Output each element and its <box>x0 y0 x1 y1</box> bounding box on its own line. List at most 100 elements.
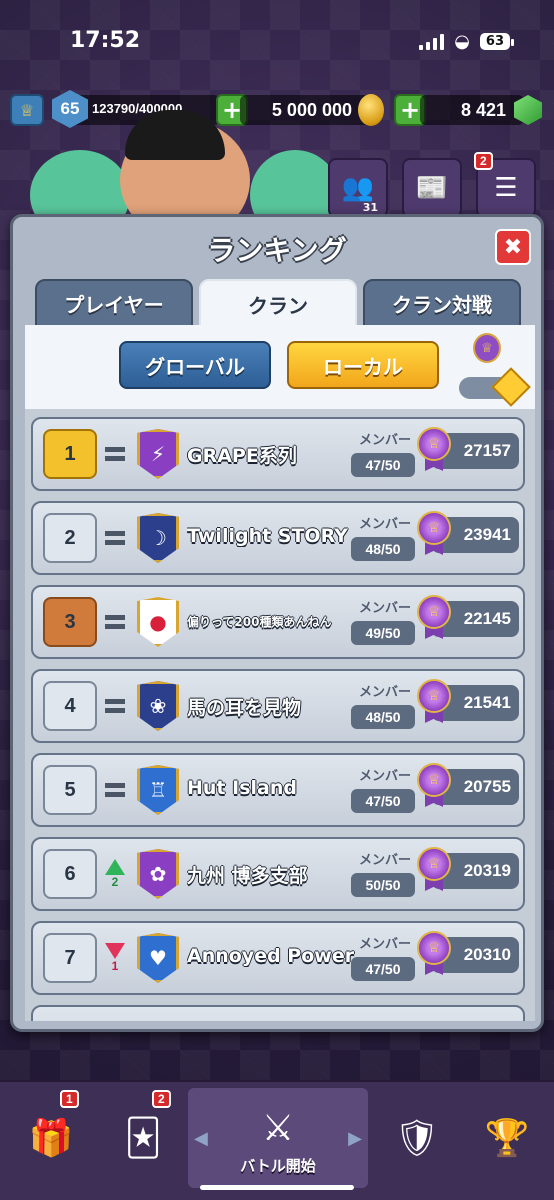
member-count: 47/50 <box>351 453 415 477</box>
battle-label: バトル開始 <box>240 1157 316 1175</box>
clan-row[interactable]: 3 ● 偏りって200種類あんねん メンバー 49/50 22145 ♕ <box>31 585 525 659</box>
friends-button[interactable]: 👥 31 <box>328 158 388 218</box>
rank-up-icon <box>105 859 125 875</box>
status-time: 17:52 <box>70 28 141 53</box>
chevron-left-icon: ◀ <box>194 1128 208 1149</box>
clan-badge-icon: ❀ <box>137 681 179 731</box>
trophy-icon: ♕ <box>417 847 451 893</box>
rank-change-indicator <box>103 769 127 811</box>
news-button[interactable]: 📰 <box>402 158 462 218</box>
trophy-icon: ♕ <box>417 679 451 725</box>
trophy-icon: ♕ <box>417 427 451 473</box>
clan-row[interactable]: 1 ⚡ GRAPE系列 メンバー 47/50 27157 ♕ <box>31 417 525 491</box>
tab-clans[interactable]: クラン <box>199 279 357 329</box>
member-label: メンバー <box>358 769 411 784</box>
friends-count: 31 <box>362 201 378 214</box>
close-icon: ✖ <box>503 234 523 260</box>
clan-badge-icon: ⚡ <box>137 429 179 479</box>
member-label: メンバー <box>358 517 411 532</box>
character-hat <box>125 110 225 160</box>
chevron-right-icon: ▶ <box>348 1128 362 1149</box>
clan-name: Hut Island <box>187 777 297 799</box>
ranking-panel: ランキング ✖ プレイヤー クラン クラン対戦 グローバル ローカル ♕ 1 ⚡… <box>10 214 544 1032</box>
member-count: 48/50 <box>351 537 415 561</box>
trophy-icon: ♕ <box>417 931 451 977</box>
rank-unchanged-icon <box>105 447 125 461</box>
rank-down-icon <box>105 943 125 959</box>
member-label: メンバー <box>358 937 411 952</box>
clan-row-partial[interactable] <box>31 1005 525 1021</box>
clan-name: 馬の耳を見物 <box>187 697 302 719</box>
panel-title: ランキング <box>207 234 347 267</box>
clan-row[interactable]: 4 ❀ 馬の耳を見物 メンバー 48/50 21541 ♕ <box>31 669 525 743</box>
ranking-tabs: プレイヤー クラン クラン対戦 <box>35 279 521 329</box>
character-banner: 👥 31 📰 ☰ 2 <box>0 110 554 240</box>
rank-number: 2 <box>43 513 97 563</box>
rank-unchanged-icon <box>105 531 125 545</box>
trophy-icon: ♕ <box>417 511 451 557</box>
trophy-toggle[interactable]: ♕ <box>459 333 531 407</box>
member-label: メンバー <box>358 853 411 868</box>
rank-change-indicator: 2 <box>103 853 127 895</box>
nav-battle[interactable]: ◀ ⚔ ▶ バトル開始 <box>188 1088 368 1188</box>
trophy-icon: ♕ <box>417 763 451 809</box>
clan-row[interactable]: 7 1 ♥ Annoyed Power メンバー 47/50 20310 ♕ <box>31 921 525 995</box>
trophy-icon: ♕ <box>417 595 451 641</box>
cards-badge: 2 <box>152 1090 171 1108</box>
home-indicator <box>200 1185 354 1190</box>
local-button[interactable]: ローカル <box>287 341 439 389</box>
rank-unchanged-icon <box>105 783 125 797</box>
friends-icon: 👥 <box>341 173 375 203</box>
signal-icon <box>419 33 445 50</box>
member-label: メンバー <box>358 601 411 616</box>
rank-change: 2 <box>111 875 119 889</box>
clan-row[interactable]: 6 2 ✿ 九州 博多支部 メンバー 50/50 20319 ♕ <box>31 837 525 911</box>
bottom-nav: 🎁 1 🃏 2 ◀ ⚔ ▶ バトル開始 🛡 🏆 <box>0 1080 554 1200</box>
rank-number: 6 <box>43 849 97 899</box>
laurel-sword-icon: 🏆 <box>484 1118 530 1159</box>
clan-badge-icon: ♖ <box>137 765 179 815</box>
clan-name: 偏りって200種類あんねん <box>187 615 332 629</box>
member-count: 48/50 <box>351 705 415 729</box>
clan-row[interactable]: 5 ♖ Hut Island メンバー 47/50 20755 ♕ <box>31 753 525 827</box>
nav-clan[interactable]: 🛡 <box>372 1088 462 1188</box>
member-label: メンバー <box>358 433 411 448</box>
close-button[interactable]: ✖ <box>495 229 531 265</box>
member-count: 47/50 <box>351 789 415 813</box>
member-count: 47/50 <box>351 957 415 981</box>
rank-unchanged-icon <box>105 699 125 713</box>
filter-area: グローバル ローカル ♕ <box>25 325 535 409</box>
trophy-icon: ♕ <box>473 333 501 363</box>
shop-badge: 1 <box>60 1090 79 1108</box>
toggle-knob <box>491 367 531 407</box>
tab-players[interactable]: プレイヤー <box>35 279 193 327</box>
clan-badge-icon: ♥ <box>137 933 179 983</box>
status-icons: ◒ 63 <box>419 31 515 52</box>
clan-row[interactable]: 2 ☽ Twilight STORY メンバー 48/50 23941 ♕ <box>31 501 525 575</box>
rank-change-indicator <box>103 517 127 559</box>
news-icon: 📰 <box>415 173 449 203</box>
nav-events[interactable]: 🏆 <box>464 1088 550 1188</box>
nav-cards[interactable]: 🃏 2 <box>100 1088 186 1188</box>
cards-icon: 🃏 <box>124 1117 162 1159</box>
rank-number: 3 <box>43 597 97 647</box>
battery-icon: 63 <box>479 33 515 50</box>
clan-name: 九州 博多支部 <box>187 865 308 887</box>
menu-icon: ☰ <box>494 173 518 203</box>
clan-list[interactable]: 1 ⚡ GRAPE系列 メンバー 47/50 27157 ♕ 2 ☽ Twili… <box>25 409 535 1021</box>
rank-number: 4 <box>43 681 97 731</box>
rank-change-indicator: 1 <box>103 937 127 979</box>
tab-clan-wars[interactable]: クラン対戦 <box>363 279 521 327</box>
global-button[interactable]: グローバル <box>119 341 271 389</box>
member-label: メンバー <box>358 685 411 700</box>
clan-badge-icon: ☽ <box>137 513 179 563</box>
clan-name: Annoyed Power <box>187 945 355 967</box>
menu-badge: 2 <box>474 152 493 170</box>
shield-icon: 🛡 <box>394 1118 440 1159</box>
rank-change-indicator <box>103 433 127 475</box>
nav-shop[interactable]: 🎁 1 <box>6 1088 96 1188</box>
rank-change: 1 <box>111 959 119 973</box>
rank-change-indicator <box>103 601 127 643</box>
status-bar: 17:52 ◒ 63 <box>0 0 554 80</box>
chest-icon: 🎁 <box>28 1118 74 1159</box>
